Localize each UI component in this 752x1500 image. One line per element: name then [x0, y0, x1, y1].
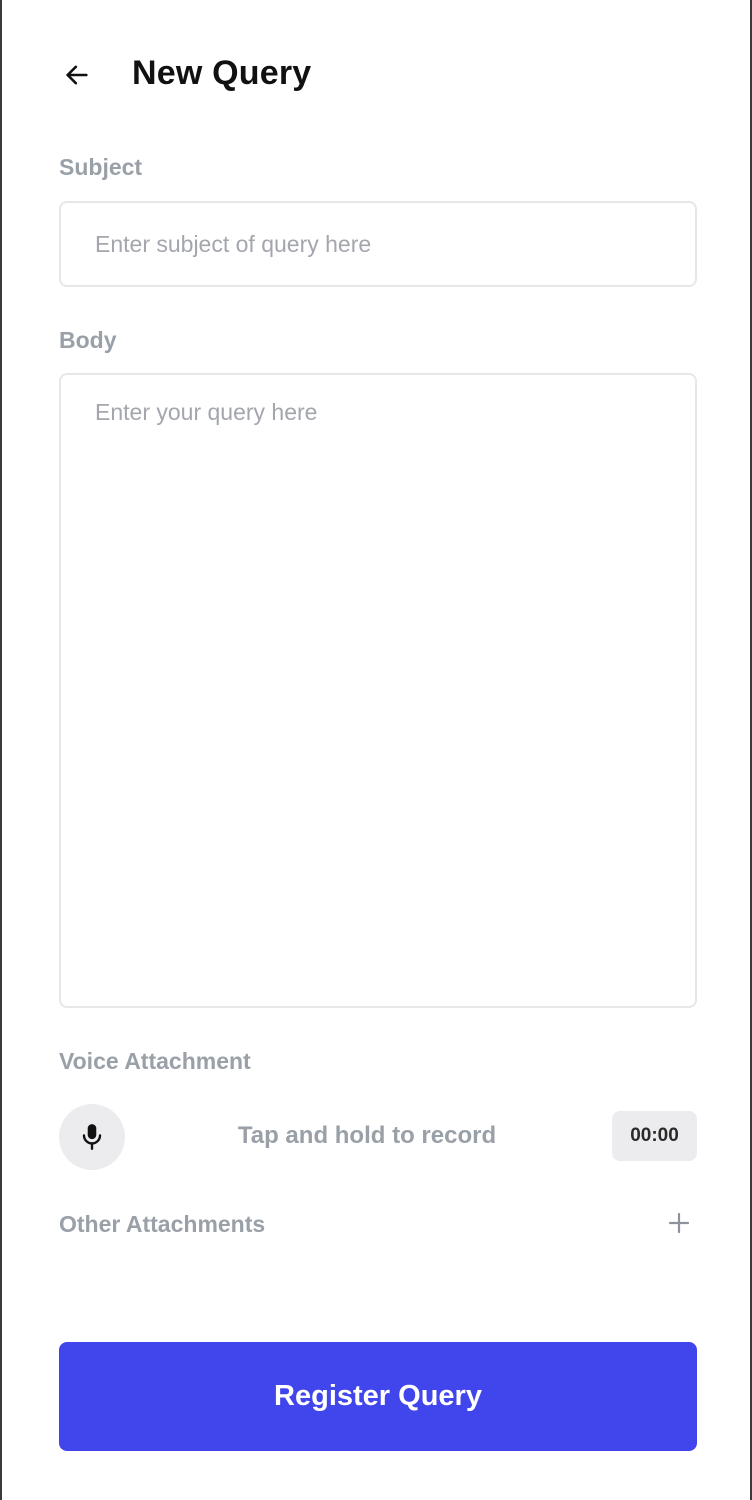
voice-attachment-label: Voice Attachment — [59, 1048, 251, 1074]
register-query-button[interactable]: Register Query — [59, 1342, 697, 1451]
microphone-icon — [82, 1124, 102, 1150]
back-button[interactable] — [60, 58, 94, 92]
header: New Query — [2, 40, 750, 110]
page-title: New Query — [132, 54, 312, 92]
subject-input[interactable] — [59, 201, 697, 287]
add-attachment-button[interactable] — [662, 1206, 696, 1240]
body-label: Body — [59, 327, 117, 353]
record-hint: Tap and hold to record — [237, 1122, 497, 1149]
plus-icon — [668, 1212, 690, 1234]
subject-label: Subject — [59, 154, 143, 180]
body-textarea[interactable] — [59, 373, 697, 1008]
new-query-screen: New Query Subject Body Voice Attachment … — [0, 0, 752, 1500]
recording-timer: 00:00 — [612, 1111, 697, 1161]
other-attachments-label: Other Attachments — [59, 1211, 266, 1237]
arrow-left-icon — [66, 65, 88, 85]
record-button[interactable] — [59, 1104, 125, 1170]
